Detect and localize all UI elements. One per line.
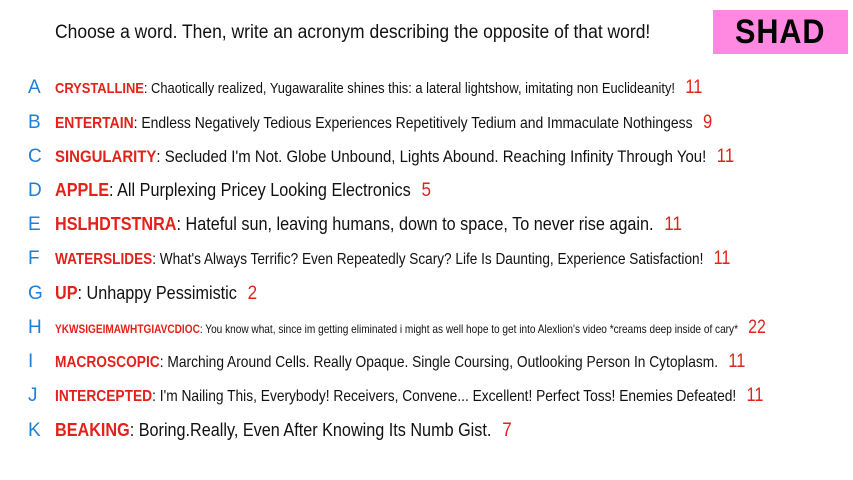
entry-line: MACROSCOPIC: Marching Around Cells. Real… xyxy=(55,351,746,372)
entry-letter: G xyxy=(28,283,43,304)
entry-score: 11 xyxy=(685,77,703,98)
entry-word: ENTERTAIN xyxy=(55,115,134,132)
entry-score: 11 xyxy=(746,385,764,406)
entry-word: INTERCEPTED xyxy=(55,388,153,405)
list-item: F WATERSLIDES: What's Always Terrific? Ev… xyxy=(0,245,853,275)
entry-word: APPLE xyxy=(55,180,110,200)
entry-acronym: Boring.Really, Even After Knowing Its Nu… xyxy=(138,420,492,440)
entry-score: 2 xyxy=(247,283,258,304)
list-item: B ENTERTAIN: Endless Negatively Tedious E… xyxy=(0,109,853,139)
entry-word: YKWSIGEIMAWHTGIAVCDIOC xyxy=(55,322,200,336)
entry-line: HSLHDTSTNRA: Hateful sun, leaving humans… xyxy=(55,214,683,235)
entry-word: HSLHDTSTNRA xyxy=(55,214,177,234)
entry-score: 5 xyxy=(421,180,431,201)
entry-score: 7 xyxy=(502,420,512,441)
entry-score: 11 xyxy=(716,146,735,167)
prompt-text: Choose a word. Then, write an acronym de… xyxy=(55,22,651,43)
entry-letter: I xyxy=(28,351,34,372)
entry-acronym: Unhappy Pessimistic xyxy=(86,283,237,303)
entry-acronym: Endless Negatively Tedious Experiences R… xyxy=(141,115,693,132)
list-item: D APPLE: All Purplexing Pricey Looking El… xyxy=(0,177,853,207)
list-item: G UP: Unhappy Pessimistic 2 xyxy=(0,280,853,310)
entry-letter: K xyxy=(28,420,41,441)
entry-letter: F xyxy=(28,248,40,269)
entry-score: 9 xyxy=(702,112,713,133)
entry-letter: D xyxy=(28,180,42,201)
entry-line: BEAKING: Boring.Really, Even After Knowi… xyxy=(55,420,512,441)
entry-acronym: All Purplexing Pricey Looking Electronic… xyxy=(117,180,411,200)
entry-acronym: Chaotically realized, Yugawaralite shine… xyxy=(151,80,675,97)
entry-acronym: What's Always Terrific? Even Repeatedly … xyxy=(159,251,704,268)
entry-letter: E xyxy=(28,214,41,235)
entry-line: ENTERTAIN: Endless Negatively Tedious Ex… xyxy=(55,112,713,133)
list-item: E HSLHDTSTNRA: Hateful sun, leaving human… xyxy=(0,211,853,241)
entry-line: UP: Unhappy Pessimistic 2 xyxy=(55,283,258,304)
entry-letter: A xyxy=(28,77,41,98)
list-item: I MACROSCOPIC: Marching Around Cells. Rea… xyxy=(0,348,853,378)
entry-word: WATERSLIDES xyxy=(55,251,153,268)
entry-word: SINGULARITY xyxy=(55,147,157,166)
entry-word: UP xyxy=(55,283,78,303)
list-item: J INTERCEPTED: I'm Nailing This, Everybod… xyxy=(0,382,853,412)
entry-acronym: I'm Nailing This, Everybody! Receivers, … xyxy=(159,388,737,405)
entry-line: YKWSIGEIMAWHTGIAVCDIOC: You know what, s… xyxy=(55,317,766,338)
entry-line: CRYSTALLINE: Chaotically realized, Yugaw… xyxy=(55,77,703,98)
entry-score: 22 xyxy=(748,317,766,338)
team-badge: SHAD xyxy=(713,10,848,54)
entry-word: BEAKING xyxy=(55,420,130,440)
entry-line: WATERSLIDES: What's Always Terrific? Eve… xyxy=(55,248,731,269)
entry-score: 11 xyxy=(728,351,746,372)
entry-score: 11 xyxy=(664,214,683,235)
list-item: K BEAKING: Boring.Really, Even After Know… xyxy=(0,417,853,447)
entry-score: 11 xyxy=(713,248,731,269)
entry-line: INTERCEPTED: I'm Nailing This, Everybody… xyxy=(55,385,764,406)
entry-acronym: You know what, since im getting eliminat… xyxy=(205,322,739,336)
entry-letter: H xyxy=(28,317,42,338)
entry-acronym: Secluded I'm Not. Globe Unbound, Lights … xyxy=(164,147,707,166)
entry-letter: B xyxy=(28,112,41,133)
entry-word: CRYSTALLINE xyxy=(55,80,144,97)
entry-line: APPLE: All Purplexing Pricey Looking Ele… xyxy=(55,180,431,201)
entry-line: SINGULARITY: Secluded I'm Not. Globe Unb… xyxy=(55,146,735,167)
list-item: C SINGULARITY: Secluded I'm Not. Globe Un… xyxy=(0,143,853,173)
list-item: A CRYSTALLINE: Chaotically realized, Yuga… xyxy=(0,74,853,104)
entry-letter: J xyxy=(28,385,38,406)
entry-word: MACROSCOPIC xyxy=(55,354,160,371)
team-badge-label: SHAD xyxy=(735,12,826,51)
list-item: H YKWSIGEIMAWHTGIAVCDIOC: You know what, … xyxy=(0,314,853,344)
entry-acronym: Marching Around Cells. Really Opaque. Si… xyxy=(167,354,719,371)
entry-letter: C xyxy=(28,146,42,167)
entry-acronym: Hateful sun, leaving humans, down to spa… xyxy=(185,214,654,234)
